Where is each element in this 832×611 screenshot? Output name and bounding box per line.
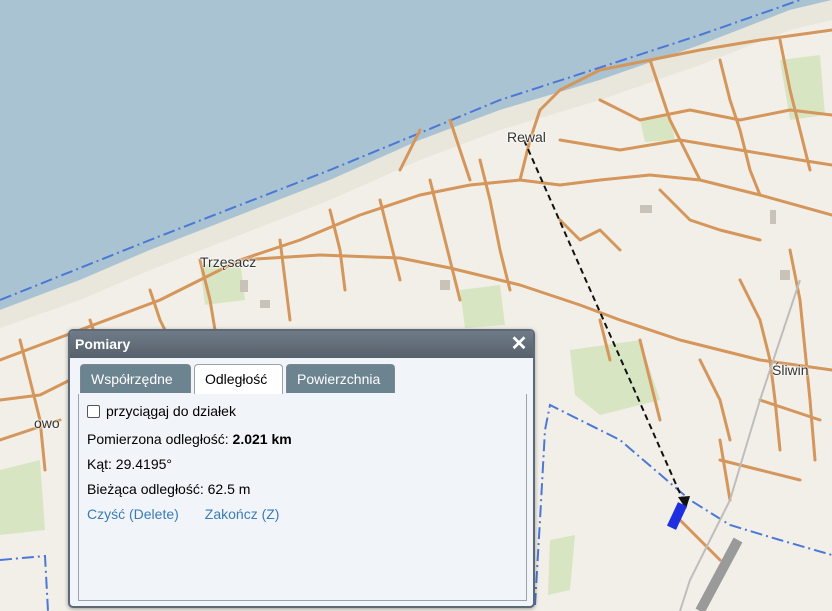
angle: Kąt: 29.4195° — [87, 456, 172, 472]
snap-option[interactable]: przyciągaj do działek — [87, 403, 236, 419]
tab-bar: Współrzędne Odległość Powierzchnia — [78, 364, 527, 395]
place-label-rewal: Rewal — [507, 129, 546, 145]
finish-link[interactable]: Zakończ (Z) — [205, 506, 280, 522]
tab-content-distance: przyciągaj do działek Pomierzona odległo… — [78, 394, 527, 601]
tab-area[interactable]: Powierzchnia — [286, 364, 395, 393]
measured-distance-label: Pomierzona odległość: — [87, 431, 233, 447]
railway — [679, 279, 801, 611]
measured-distance: Pomierzona odległość: 2.021 km — [87, 431, 292, 447]
place-label-sliwin: Śliwin — [772, 362, 809, 378]
snap-checkbox-label[interactable]: przyciągaj do działek — [106, 403, 236, 419]
tab-coordinates[interactable]: Współrzędne — [80, 364, 191, 393]
angle-label: Kąt: — [87, 456, 116, 472]
dialog-titlebar[interactable]: Pomiary ✕ — [70, 331, 533, 358]
action-links: Czyść (Delete) Zakończ (Z) — [87, 506, 279, 522]
current-distance-value: 62.5 m — [207, 481, 251, 497]
land-boundary-line-left — [0, 554, 49, 611]
snap-checkbox[interactable] — [87, 404, 100, 418]
close-icon[interactable]: ✕ — [509, 334, 529, 354]
dialog-title: Pomiary — [75, 336, 131, 352]
current-distance-label: Bieżąca odległość: — [87, 481, 208, 497]
current-distance: Bieżąca odległość: 62.5 m — [87, 481, 250, 497]
tab-distance[interactable]: Odległość — [194, 364, 283, 395]
measured-distance-value: 2.021 km — [232, 431, 292, 447]
angle-value: 29.4195° — [115, 456, 173, 472]
clear-link[interactable]: Czyść (Delete) — [87, 506, 179, 522]
place-label-trzesacz: Trzęsacz — [200, 254, 257, 270]
measurements-dialog: Pomiary ✕ Współrzędne Odległość Powierzc… — [68, 329, 535, 608]
measure-line — [523, 139, 687, 508]
place-label-cut-left: owo — [34, 415, 60, 431]
